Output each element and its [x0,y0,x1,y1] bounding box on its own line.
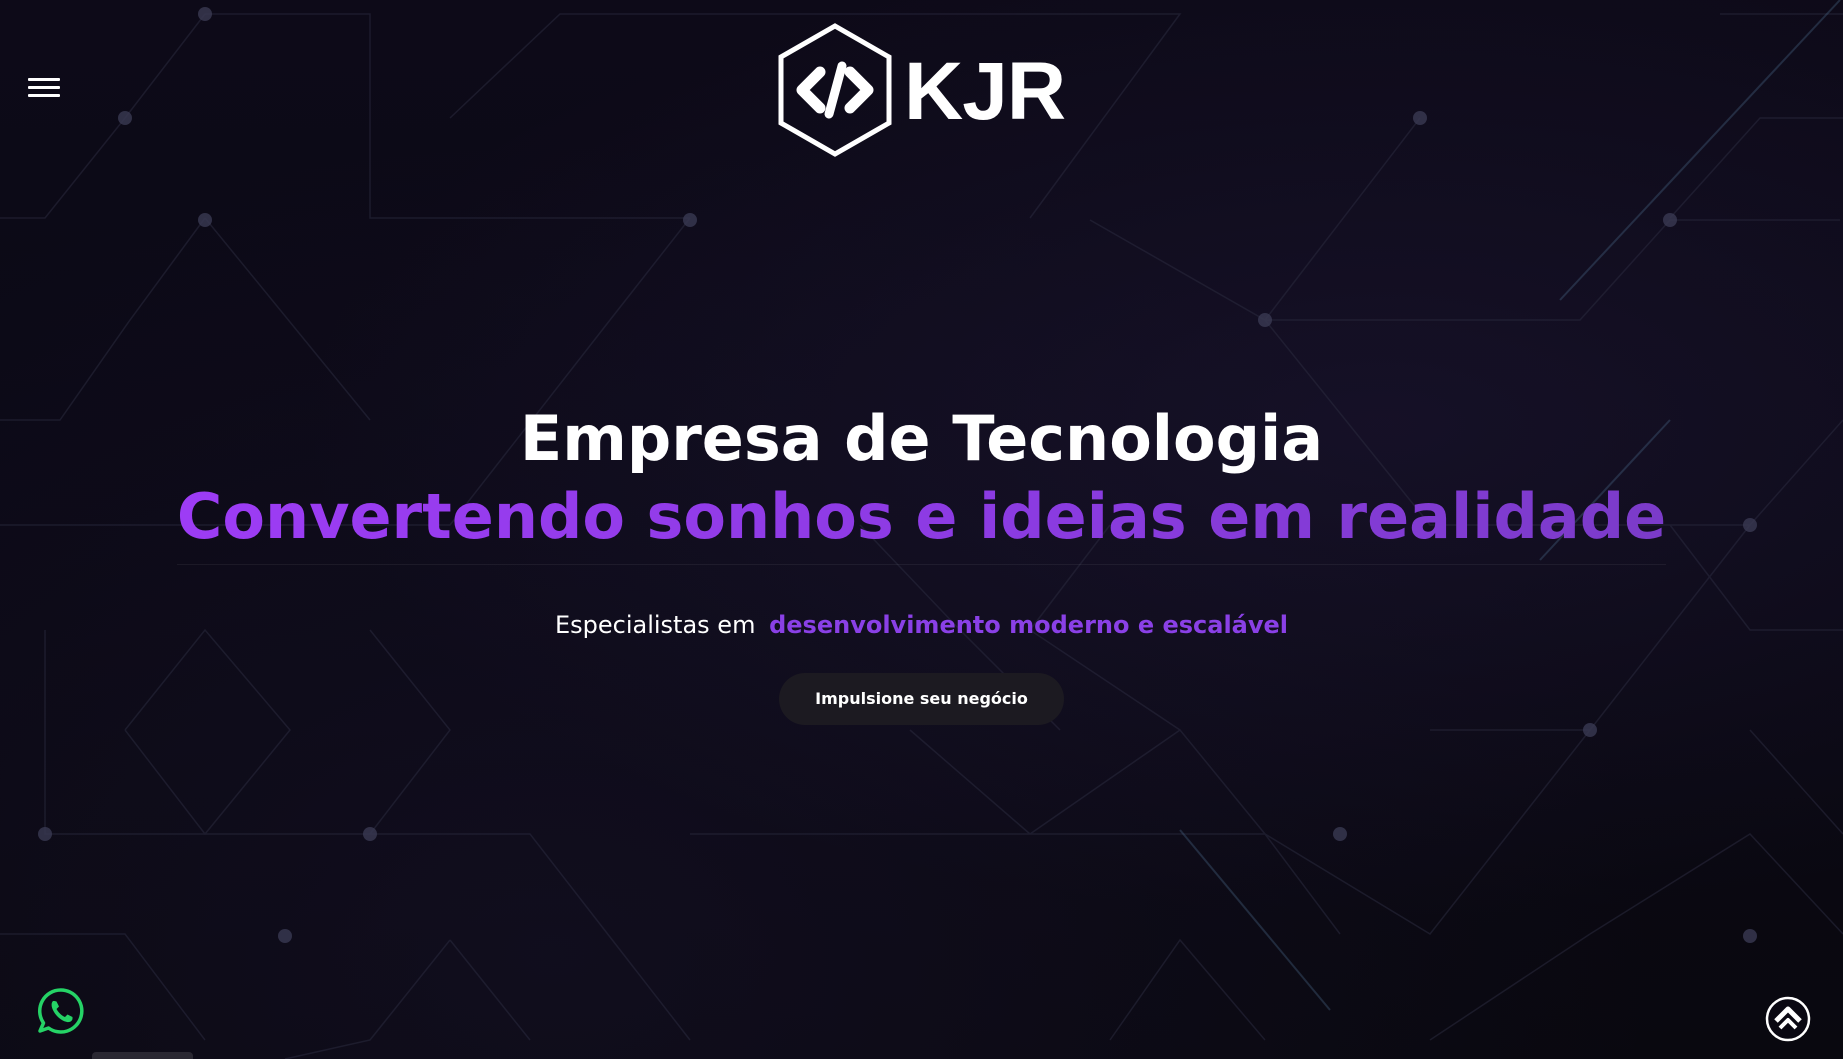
hero-tagline: Convertendo sonhos e ideias em realidade [176,478,1667,565]
subtitle-prefix: Especialistas em [554,611,756,639]
hero-title: Empresa de Tecnologia [519,402,1324,475]
menu-button[interactable] [28,76,64,104]
whatsapp-icon [38,988,84,1034]
landing-page: KJR Empresa de Tecnologia Convertendo so… [0,0,1843,1059]
chevron-up-circle-icon [1765,996,1811,1042]
logo-text: KJR [904,46,1066,137]
logo[interactable]: KJR [776,20,1066,160]
bottom-tab-handle[interactable] [92,1052,193,1059]
scroll-top-button[interactable] [1765,996,1811,1042]
hero-subtitle: Especialistas em desenvolvimento moderno… [0,611,1843,639]
hamburger-menu-icon [28,78,64,97]
cta-button[interactable]: Impulsione seu negócio [779,673,1064,725]
whatsapp-button[interactable] [36,986,86,1036]
hero-section: Empresa de Tecnologia Convertendo sonhos… [0,400,1843,725]
subtitle-accent: desenvolvimento moderno e escalável [769,611,1289,639]
code-brackets-hexagon-icon [778,23,892,157]
